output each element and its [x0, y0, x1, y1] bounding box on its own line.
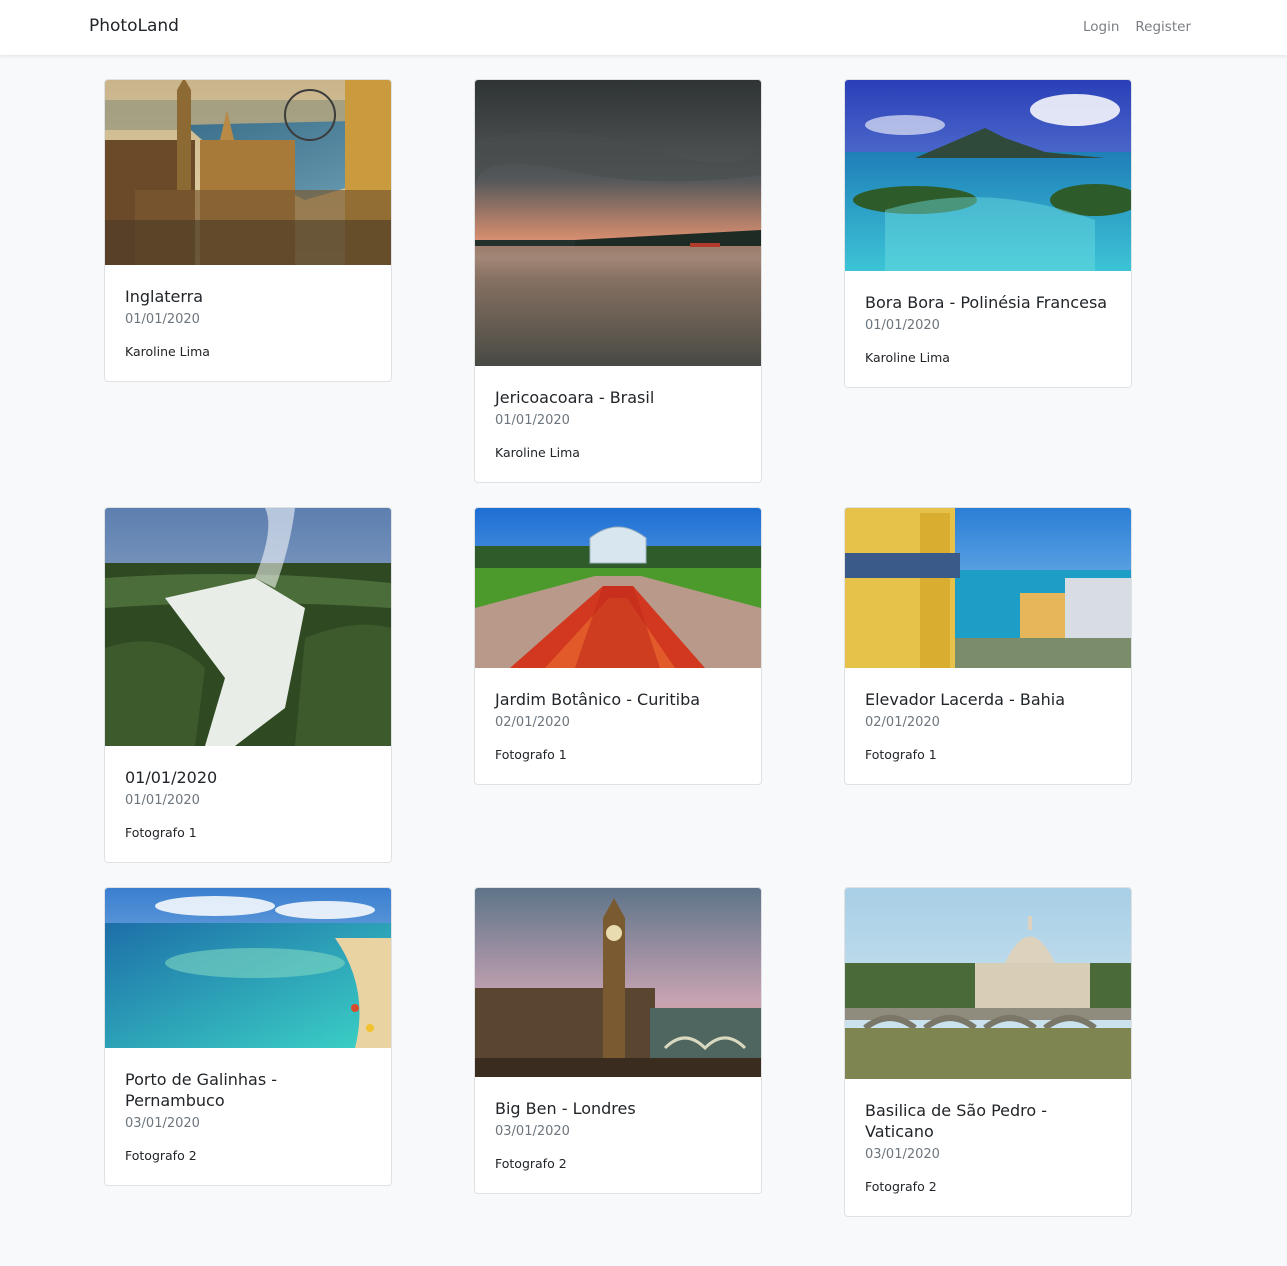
card-author: Fotografo 2 [125, 1148, 197, 1163]
card-title: Big Ben - Londres [495, 1099, 636, 1118]
card-author: Fotografo 2 [495, 1156, 567, 1171]
card-title: 01/01/2020 [125, 768, 218, 787]
card-body: Jericoacoara - Brasil 01/01/2020 Karolin… [475, 366, 761, 482]
card-image-reef-beach [105, 888, 391, 1048]
card-author: Fotografo 1 [495, 747, 567, 762]
card-author: Fotografo 2 [865, 1179, 937, 1194]
card-date: 01/01/2020 [125, 793, 200, 808]
card-body: Big Ben - Londres 03/01/2020 Fotografo 2 [475, 1077, 761, 1193]
card-date: 02/01/2020 [865, 715, 940, 730]
card-body: Elevador Lacerda - Bahia 02/01/2020 Foto… [845, 668, 1131, 784]
brand-link[interactable]: PhotoLand [89, 16, 179, 36]
card-image-elevator-bay [845, 508, 1131, 668]
card-body: Bora Bora - Polinésia Francesa 01/01/202… [845, 271, 1131, 387]
card-image-tropical-lagoon [845, 80, 1131, 271]
photo-card[interactable]: Jericoacoara - Brasil 01/01/2020 Karolin… [474, 79, 762, 483]
card-body: Inglaterra 01/01/2020 Karoline Lima [105, 265, 391, 381]
photo-card[interactable]: Jardim Botânico - Curitiba 02/01/2020 Fo… [474, 507, 762, 785]
nav-links: Login Register [1083, 19, 1191, 35]
card-date: 02/01/2020 [495, 715, 570, 730]
card-title: Porto de Galinhas - Pernambuco [125, 1070, 278, 1110]
photo-card[interactable]: 01/01/2020 01/01/2020 Fotografo 1 [104, 507, 392, 863]
navbar: PhotoLand Login Register [0, 0, 1287, 55]
card-body: Basilica de São Pedro - Vaticano 03/01/2… [845, 1079, 1131, 1216]
register-link[interactable]: Register [1135, 19, 1191, 35]
card-image-waterfalls [105, 508, 391, 746]
card-date: 01/01/2020 [125, 312, 200, 327]
card-image-st-peters-basilica [845, 888, 1131, 1079]
card-body: Jardim Botânico - Curitiba 02/01/2020 Fo… [475, 668, 761, 784]
card-date: 01/01/2020 [495, 413, 570, 428]
photo-card[interactable]: Bora Bora - Polinésia Francesa 01/01/202… [844, 79, 1132, 388]
login-link[interactable]: Login [1083, 19, 1119, 35]
card-author: Fotografo 1 [865, 747, 937, 762]
card-date: 03/01/2020 [495, 1124, 570, 1139]
card-body: 01/01/2020 01/01/2020 Fotografo 1 [105, 746, 391, 862]
photo-card[interactable]: Big Ben - Londres 03/01/2020 Fotografo 2 [474, 887, 762, 1194]
card-date: 03/01/2020 [865, 1147, 940, 1162]
card-title: Elevador Lacerda - Bahia [865, 690, 1066, 709]
photo-card[interactable]: Porto de Galinhas - Pernambuco 03/01/202… [104, 887, 392, 1186]
photo-card[interactable]: Inglaterra 01/01/2020 Karoline Lima [104, 79, 392, 382]
card-date: 03/01/2020 [125, 1116, 200, 1131]
card-body: Porto de Galinhas - Pernambuco 03/01/202… [105, 1048, 391, 1185]
card-title: Inglaterra [125, 287, 204, 306]
card-author: Karoline Lima [865, 350, 950, 365]
card-image-botanical-garden [475, 508, 761, 668]
photo-card[interactable]: Elevador Lacerda - Bahia 02/01/2020 Foto… [844, 507, 1132, 785]
card-image-beach-sunset [475, 80, 761, 366]
card-title: Basilica de São Pedro - Vaticano [865, 1101, 1048, 1141]
photo-card[interactable]: Basilica de São Pedro - Vaticano 03/01/2… [844, 887, 1132, 1217]
card-author: Karoline Lima [125, 344, 210, 359]
card-author: Karoline Lima [495, 445, 580, 460]
card-image-london-skyline [105, 80, 391, 265]
card-title: Bora Bora - Polinésia Francesa [865, 293, 1108, 312]
card-image-big-ben [475, 888, 761, 1077]
card-date: 01/01/2020 [865, 318, 940, 333]
card-title: Jericoacoara - Brasil [495, 388, 655, 407]
card-author: Fotografo 1 [125, 825, 197, 840]
card-title: Jardim Botânico - Curitiba [495, 690, 701, 709]
